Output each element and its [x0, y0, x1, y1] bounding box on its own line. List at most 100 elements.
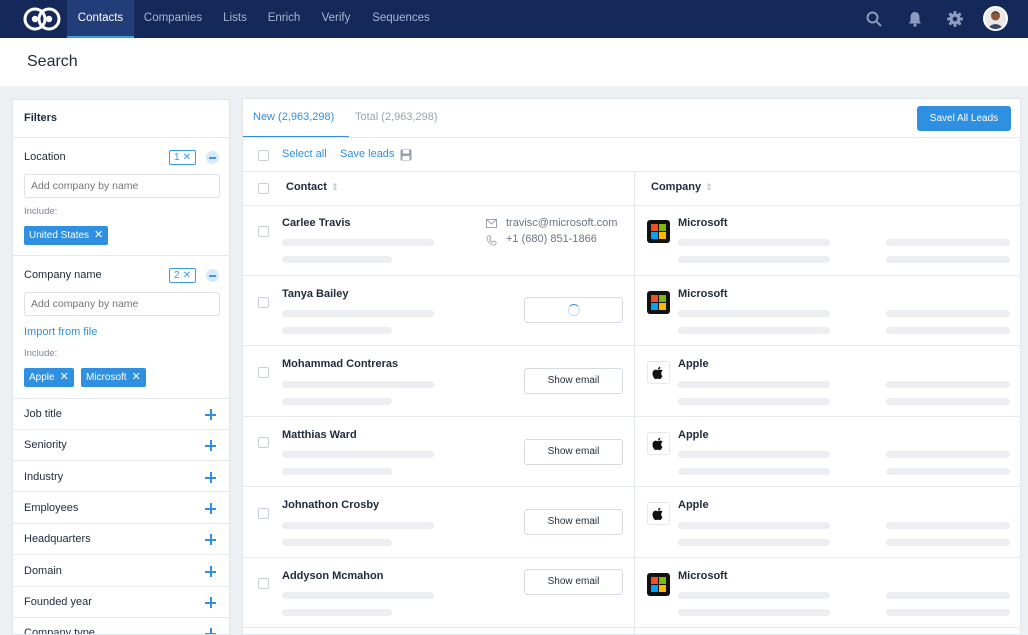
show-email-button-loading[interactable]	[524, 297, 623, 323]
nav-enrich[interactable]: Enrich	[262, 0, 306, 38]
chip-microsoft[interactable]: Microsoft ✕	[81, 368, 146, 387]
divider	[13, 491, 229, 492]
row-checkbox[interactable]	[258, 297, 269, 308]
divider	[13, 617, 229, 618]
divider	[243, 345, 1020, 346]
placeholder-line	[282, 256, 392, 263]
filter-job-title[interactable]: Job title	[24, 408, 62, 420]
add-icon[interactable]	[205, 472, 216, 483]
logo-square	[651, 577, 658, 584]
contact-name[interactable]: Tanya Bailey	[282, 288, 348, 300]
contact-name[interactable]: Addyson Mcmahon	[282, 570, 383, 582]
nav-companies[interactable]: Companies	[138, 0, 208, 38]
save-leads-link[interactable]: Save leads	[340, 148, 394, 160]
chip-apple[interactable]: Apple ✕	[24, 368, 74, 387]
placeholder-line	[886, 381, 1010, 388]
sort-icon[interactable]: ⇕	[331, 182, 339, 192]
filter-headquarters[interactable]: Headquarters	[24, 533, 91, 545]
filter-industry[interactable]: Industry	[24, 471, 63, 483]
contact-name[interactable]: Mohammad Contreras	[282, 358, 398, 370]
chip-united-states[interactable]: United States ✕	[24, 226, 109, 245]
gear-icon[interactable]	[946, 10, 964, 28]
company-name[interactable]: Microsoft	[678, 288, 728, 300]
add-icon[interactable]	[205, 628, 216, 634]
sort-icon[interactable]: ⇕	[705, 182, 713, 192]
close-icon[interactable]: ✕	[60, 371, 69, 383]
divider	[13, 398, 229, 399]
collapse-company-name-button[interactable]	[206, 269, 219, 282]
import-from-file-link[interactable]: Import from file	[24, 326, 97, 338]
nav-verify[interactable]: Verify	[315, 0, 357, 38]
contact-phone[interactable]: +1 (680) 851-1866	[506, 233, 597, 245]
save-all-leads-button[interactable]: Savel All Leads	[917, 106, 1011, 131]
show-email-button[interactable]: Show email	[524, 439, 623, 465]
header-checkbox[interactable]	[258, 183, 269, 194]
nav-sequences[interactable]: Sequences	[366, 0, 436, 38]
filter-founded-year[interactable]: Founded year	[24, 596, 92, 608]
nav-contacts[interactable]: Contacts	[67, 0, 134, 38]
show-email-button[interactable]: Show email	[524, 509, 623, 535]
tab-total[interactable]: Total (2,963,298)	[355, 111, 438, 123]
placeholder-line	[282, 451, 434, 458]
tab-new[interactable]: New (2,963,298)	[253, 111, 334, 123]
select-all-link[interactable]: Select all	[282, 148, 327, 160]
avatar-image	[987, 11, 1004, 29]
close-icon[interactable]: ✕	[94, 229, 103, 241]
add-icon[interactable]	[205, 534, 216, 545]
add-icon[interactable]	[205, 409, 216, 420]
placeholder-line	[678, 592, 830, 599]
search-icon[interactable]	[865, 10, 883, 28]
add-icon[interactable]	[205, 566, 216, 577]
filter-employees[interactable]: Employees	[24, 502, 78, 514]
row-checkbox[interactable]	[258, 508, 269, 519]
user-avatar[interactable]	[983, 6, 1008, 31]
filter-seniority[interactable]: Seniority	[24, 439, 67, 451]
contact-name[interactable]: Johnathon Crosby	[282, 499, 379, 511]
company-name[interactable]: Apple	[678, 499, 709, 511]
column-header-company[interactable]: Company ⇕	[651, 181, 713, 193]
collapse-location-button[interactable]	[206, 151, 219, 164]
row-checkbox[interactable]	[258, 367, 269, 378]
contact-name[interactable]: Matthias Ward	[282, 429, 357, 441]
apple-icon	[652, 507, 663, 521]
close-icon: ✕	[182, 152, 191, 163]
placeholder-line	[886, 239, 1010, 246]
save-icon[interactable]	[400, 149, 412, 161]
add-icon[interactable]	[205, 440, 216, 451]
select-all-checkbox[interactable]	[258, 150, 269, 161]
placeholder-line	[678, 451, 830, 458]
show-email-button[interactable]: Show email	[524, 368, 623, 394]
location-count-badge[interactable]: 1 ✕	[169, 150, 196, 165]
app-logo[interactable]	[23, 6, 61, 32]
company-name[interactable]: Microsoft	[678, 570, 728, 582]
email-icon	[486, 219, 497, 228]
location-input[interactable]	[24, 174, 220, 198]
contact-email[interactable]: travisc@microsoft.com	[506, 217, 617, 229]
filter-company-type[interactable]: Company type	[24, 627, 95, 634]
filter-domain[interactable]: Domain	[24, 565, 62, 577]
placeholder-line	[282, 381, 434, 388]
placeholder-line	[282, 327, 392, 334]
column-header-contact[interactable]: Contact ⇕	[286, 181, 339, 193]
chip-label: Microsoft	[86, 372, 127, 383]
company-name[interactable]: Microsoft	[678, 217, 728, 229]
apple-logo	[647, 502, 670, 525]
show-email-button[interactable]: Show email	[524, 569, 623, 595]
add-icon[interactable]	[205, 597, 216, 608]
close-icon[interactable]: ✕	[132, 371, 141, 383]
logo-square	[659, 295, 666, 302]
logo-square	[651, 232, 658, 239]
placeholder-line	[678, 256, 830, 263]
company-name-input[interactable]	[24, 292, 220, 316]
bell-icon[interactable]	[906, 10, 924, 28]
nav-lists[interactable]: Lists	[216, 0, 254, 38]
row-checkbox[interactable]	[258, 226, 269, 237]
add-icon[interactable]	[205, 503, 216, 514]
row-checkbox[interactable]	[258, 437, 269, 448]
company-name[interactable]: Apple	[678, 429, 709, 441]
divider	[13, 460, 229, 461]
company-name[interactable]: Apple	[678, 358, 709, 370]
company-count-badge[interactable]: 2 ✕	[169, 268, 196, 283]
contact-name[interactable]: Carlee Travis	[282, 217, 351, 229]
row-checkbox[interactable]	[258, 578, 269, 589]
